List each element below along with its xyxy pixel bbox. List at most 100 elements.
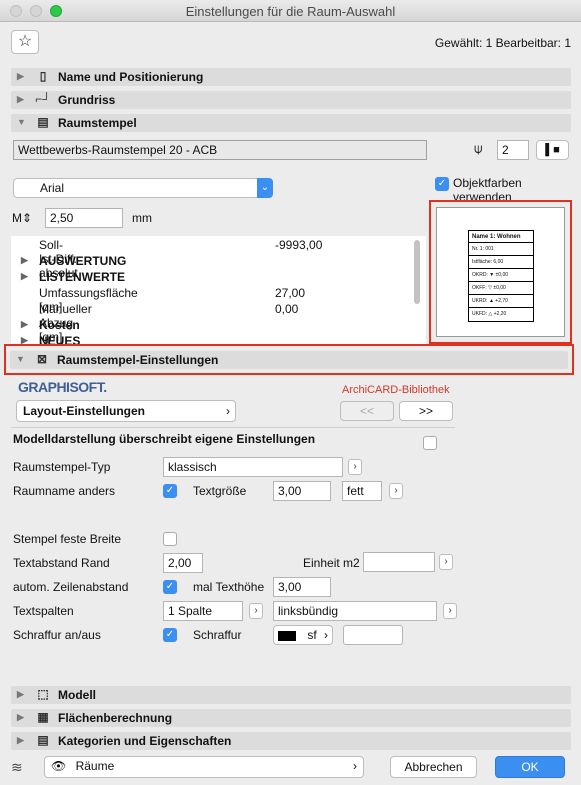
- expand-arrow-icon: ▶: [17, 689, 24, 699]
- expand-arrow-icon[interactable]: ▶: [21, 271, 28, 282]
- fixed-width-label: Stempel feste Breite: [13, 532, 122, 546]
- section-label: Grundriss: [58, 93, 116, 107]
- area-calc-icon: ▦: [37, 710, 49, 724]
- param-label: Kosten: [39, 318, 80, 332]
- object-colors-checkbox[interactable]: ✓: [435, 177, 449, 191]
- columns-label: Textspalten: [13, 604, 74, 618]
- stamp-name-field[interactable]: Wettbewerbs-Raumstempel 20 - ACB: [13, 140, 427, 160]
- expand-arrow-icon: ▶: [17, 94, 24, 104]
- pen-color-button[interactable]: ▌■: [536, 140, 569, 160]
- text-size-field[interactable]: 2,50: [45, 208, 123, 228]
- hatch-value: sf: [307, 628, 317, 642]
- override-checkbox[interactable]: [423, 436, 437, 450]
- expand-arrow-icon: ▶: [17, 71, 24, 81]
- expand-arrow-icon[interactable]: ▶: [21, 255, 28, 266]
- alignment-field[interactable]: linksbündig: [273, 601, 437, 621]
- chevron-right-icon[interactable]: ›: [439, 554, 453, 570]
- eye-icon: 👁: [51, 759, 67, 773]
- chevron-right-icon: ›: [226, 404, 230, 418]
- param-value: 27,00: [275, 286, 306, 300]
- hatch-label: Schraffur: [193, 628, 242, 642]
- graphisoft-logo: GRAPHISOFT.: [18, 379, 107, 395]
- section-grundriss[interactable]: ▶ ⌐┘ Grundriss: [11, 91, 571, 109]
- hatch-swatch: [278, 630, 296, 641]
- section-raumstempel-settings[interactable]: ▼ ⊠ Raumstempel-Einstellungen: [10, 351, 568, 369]
- fixed-width-checkbox[interactable]: [163, 532, 177, 546]
- dropdown-chevron-icon[interactable]: ⌄: [257, 178, 273, 198]
- cube-icon: ⬚: [37, 687, 49, 701]
- preview-line: OKRD: ▼ ±0,00: [469, 269, 533, 282]
- favorites-star-icon[interactable]: ☆: [11, 30, 39, 54]
- columns-field[interactable]: 1 Spalte: [163, 601, 243, 621]
- line-spacing-label: autom. Zeilenabstand: [13, 580, 129, 594]
- list-scrollbar[interactable]: [414, 240, 420, 304]
- hatch-onoff-label: Schraffur an/aus: [13, 628, 101, 642]
- chevron-right-icon[interactable]: ›: [443, 603, 457, 619]
- stamp-type-field[interactable]: klassisch: [163, 457, 343, 477]
- cancel-button[interactable]: Abbrechen: [390, 756, 477, 778]
- text-size-label: Textgröße: [193, 484, 247, 498]
- ok-button[interactable]: OK: [495, 756, 565, 778]
- settings-section-highlight: ▼ ⊠ Raumstempel-Einstellungen: [4, 344, 574, 375]
- preview-line: OKFF: ▽ ±0,00: [469, 282, 533, 295]
- preview-line: Nr. 1: 001: [469, 243, 533, 256]
- layout-settings-button[interactable]: Layout-Einstellungen ›: [16, 400, 236, 422]
- chevron-right-icon: ›: [353, 759, 357, 773]
- next-page-button[interactable]: >>: [399, 401, 453, 421]
- parameter-list[interactable]: Soll-Ist-Diff. absolut -9993,00 ▶ AUSWER…: [11, 236, 426, 344]
- preview-line: Name 1: Wohnen: [469, 231, 533, 243]
- unit-m2-field[interactable]: [363, 552, 435, 572]
- window-title: Einstellungen für die Raum-Auswahl: [185, 4, 396, 19]
- stamp-preview: Name 1: Wohnen Nr. 1: 001 Istfläche: 6,0…: [436, 207, 565, 337]
- tag-icon: ▯: [39, 69, 47, 83]
- section-label: Modell: [58, 688, 96, 702]
- preview-line: UKFD: △ +2,20: [472, 311, 507, 317]
- param-label: LISTENWERTE: [39, 270, 125, 284]
- text-size-field[interactable]: 3,00: [273, 481, 331, 501]
- section-flaechen[interactable]: ▶ ▦ Flächenberechnung: [11, 709, 571, 727]
- preview-stamp: Name 1: Wohnen Nr. 1: 001 Istfläche: 6,0…: [468, 230, 534, 322]
- library-label: ArchiCARD-Bibliothek: [342, 384, 450, 396]
- expand-arrow-icon: ▶: [17, 735, 24, 745]
- param-label: NEUES LAYOUT: [39, 334, 81, 344]
- stamp-icon: ▤: [37, 115, 49, 129]
- section-kategorien[interactable]: ▶ ▤ Kategorien und Eigenschaften: [11, 732, 571, 750]
- hatch-dropdown[interactable]: sf ›: [273, 625, 333, 645]
- times-text-height-field[interactable]: 3,00: [273, 577, 331, 597]
- param-value: 0,00: [275, 302, 299, 316]
- preview-line: Istfläche: 6,00: [469, 256, 533, 269]
- prev-page-button[interactable]: <<: [340, 401, 394, 421]
- preview-highlight: Name 1: Wohnen Nr. 1: 001 Istfläche: 6,0…: [429, 200, 572, 344]
- section-name-position[interactable]: ▶ ▯ Name und Positionierung: [11, 68, 571, 86]
- text-size-unit: mm: [132, 211, 152, 225]
- chevron-right-icon[interactable]: ›: [389, 483, 403, 499]
- text-size-icon: M⇕: [12, 211, 33, 225]
- section-modell[interactable]: ▶ ⬚ Modell: [11, 686, 571, 704]
- layers-icon: ≋: [11, 759, 23, 775]
- stamp-settings-icon: ⊠: [36, 352, 48, 366]
- hatch-extra-field[interactable]: [343, 625, 403, 645]
- param-value: -9993,00: [275, 238, 323, 252]
- expand-arrow-icon: ▶: [17, 712, 24, 722]
- expand-arrow-icon[interactable]: ▶: [21, 319, 28, 330]
- pen-number-field[interactable]: 2: [497, 140, 529, 160]
- chevron-right-icon[interactable]: ›: [348, 459, 362, 475]
- chevron-right-icon[interactable]: ›: [249, 603, 263, 619]
- section-label: Kategorien und Eigenschaften: [58, 734, 232, 748]
- room-name-label: Raumname anders: [13, 484, 116, 498]
- section-raumstempel[interactable]: ▼ ▤ Raumstempel: [11, 114, 571, 132]
- line-spacing-checkbox[interactable]: ✓: [163, 580, 177, 594]
- text-margin-field[interactable]: 2,00: [163, 553, 203, 573]
- layer-dropdown[interactable]: 👁 Räume ›: [44, 756, 364, 778]
- room-name-checkbox[interactable]: ✓: [163, 484, 177, 498]
- layout-settings-label: Layout-Einstellungen: [23, 404, 146, 418]
- collapse-arrow-icon: ▼: [16, 354, 25, 364]
- hatch-checkbox[interactable]: ✓: [163, 628, 177, 642]
- expand-arrow-icon[interactable]: ▶: [21, 335, 28, 344]
- title-bar: Einstellungen für die Raum-Auswahl: [0, 0, 581, 22]
- override-label: Modelldarstellung überschreibt eigene Ei…: [13, 432, 316, 446]
- font-dropdown[interactable]: Arial: [13, 178, 272, 198]
- text-style-field[interactable]: fett: [342, 481, 382, 501]
- section-label: Flächenberechnung: [58, 711, 173, 725]
- preview-line: UKRD: ▲ +2,70: [469, 295, 533, 308]
